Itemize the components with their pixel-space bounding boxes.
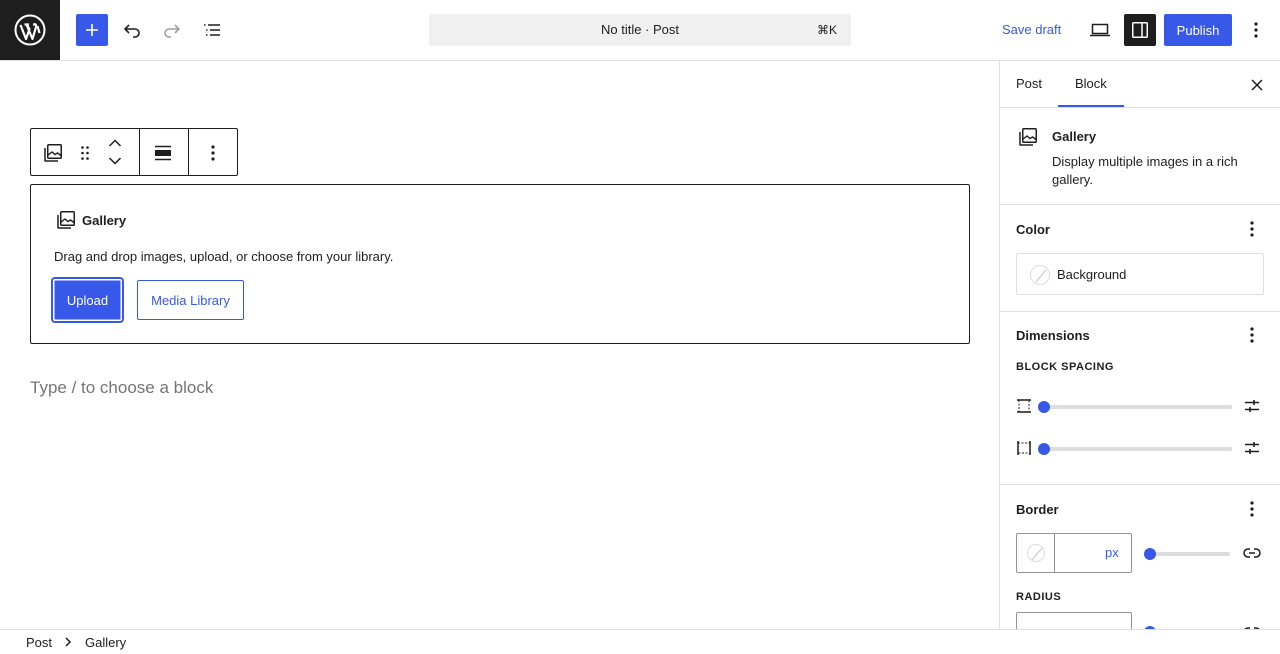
border-color-button[interactable] <box>1017 534 1055 572</box>
options-button[interactable] <box>1244 16 1268 44</box>
more-options-button[interactable] <box>201 141 225 165</box>
spacing-slider-track[interactable] <box>1044 447 1232 460</box>
vertical-spacing-icon <box>1017 399 1031 413</box>
background-color-control[interactable]: Background <box>1016 253 1264 295</box>
add-block-button[interactable] <box>76 14 108 46</box>
command-center[interactable]: No title · Post ⌘K <box>429 14 851 46</box>
wordpress-logo-button[interactable] <box>0 0 60 60</box>
options-icon <box>1250 327 1254 343</box>
link-icon[interactable] <box>1242 622 1262 629</box>
custom-size-icon[interactable] <box>1244 398 1260 414</box>
block-card-title: Gallery <box>1052 129 1097 144</box>
toolbar-divider <box>139 129 140 175</box>
more-options-icon <box>211 145 215 161</box>
move-down-icon <box>108 157 122 165</box>
document-title: No title · Post <box>600 22 680 37</box>
breadcrumb-gallery[interactable]: Gallery <box>85 635 126 650</box>
custom-size-icon[interactable] <box>1244 440 1260 456</box>
border-panel-title[interactable]: Border <box>1016 502 1059 517</box>
gallery-icon <box>44 144 62 162</box>
redo-button[interactable] <box>158 16 186 44</box>
gallery-icon <box>57 211 75 229</box>
gallery-placeholder <box>30 184 970 344</box>
move-up-button[interactable] <box>105 135 125 151</box>
radius-input[interactable] <box>1016 612 1132 629</box>
placeholder-instructions: Drag and drop images, upload, or choose … <box>54 249 394 264</box>
background-label: Background <box>1057 267 1127 282</box>
gallery-icon <box>1019 128 1037 146</box>
spacing-slider-thumb[interactable] <box>1038 443 1050 455</box>
settings-sidebar: Post Block Gallery Display multiple imag… <box>999 61 1280 629</box>
link-icon[interactable] <box>1242 543 1262 563</box>
options-icon <box>1250 501 1254 517</box>
color-panel-title[interactable]: Color <box>1016 222 1050 237</box>
undo-icon <box>123 24 140 38</box>
media-library-button[interactable]: Media Library <box>137 280 244 320</box>
redo-icon <box>164 24 181 38</box>
block-card-description: Display multiple images in a rich galler… <box>1052 154 1238 187</box>
border-options-button[interactable] <box>1240 497 1264 521</box>
drag-handle[interactable] <box>77 141 93 165</box>
chevron-right-icon <box>65 637 72 647</box>
dimensions-options-button[interactable] <box>1240 323 1264 347</box>
preview-button[interactable] <box>1086 16 1114 44</box>
block-card-icon-wrap <box>1018 127 1038 147</box>
list-view-icon <box>204 24 220 36</box>
options-icon <box>1254 22 1258 38</box>
plus-icon <box>86 24 98 36</box>
editor-header: No title · Post ⌘K Save draft Publish <box>0 0 1280 61</box>
drag-handle-icon <box>81 146 89 160</box>
dimensions-panel-title[interactable]: Dimensions <box>1016 328 1090 343</box>
align-button[interactable] <box>151 141 175 165</box>
options-icon <box>1250 221 1254 237</box>
preview-icon <box>1090 23 1110 37</box>
document-overview-button[interactable] <box>198 16 226 44</box>
border-slider-track[interactable] <box>1150 552 1230 556</box>
tab-block[interactable]: Block <box>1075 76 1107 91</box>
close-sidebar-button[interactable] <box>1248 76 1266 94</box>
color-options-button[interactable] <box>1240 217 1264 241</box>
border-width-control: px <box>1016 533 1132 573</box>
undo-button[interactable] <box>118 16 146 44</box>
section-divider <box>1000 204 1280 205</box>
block-toolbar <box>30 128 238 176</box>
wordpress-icon <box>14 14 46 46</box>
keyboard-shortcut: ⌘K <box>816 23 837 37</box>
placeholder-label: Gallery <box>82 213 127 228</box>
tab-post[interactable]: Post <box>1016 76 1042 91</box>
sidebar-tabs: Post Block <box>1000 61 1280 108</box>
border-slider-thumb[interactable] <box>1144 548 1156 560</box>
radius-label: RADIUS <box>1016 591 1062 603</box>
border-unit-select[interactable]: px <box>1105 545 1119 560</box>
border-width-slider <box>1144 543 1230 563</box>
sidebar-icon <box>1132 22 1148 38</box>
publish-button[interactable]: Publish <box>1164 14 1232 46</box>
horizontal-spacing-icon <box>1017 441 1031 455</box>
default-block-appender[interactable]: Type / to choose a block <box>30 378 213 398</box>
vertical-spacing-control <box>1016 396 1266 418</box>
move-down-button[interactable] <box>105 153 125 169</box>
active-tab-indicator <box>1058 105 1124 107</box>
move-up-icon <box>108 139 122 147</box>
empty-swatch-icon <box>1027 544 1045 562</box>
close-icon <box>1251 79 1263 91</box>
save-draft-button[interactable]: Save draft <box>1002 22 1061 37</box>
block-type-button[interactable] <box>41 141 65 165</box>
align-icon <box>155 145 171 161</box>
section-divider <box>1000 484 1280 485</box>
settings-sidebar-toggle[interactable] <box>1124 14 1156 46</box>
empty-swatch-icon <box>1030 265 1050 285</box>
block-spacing-label: BLOCK SPACING <box>1016 361 1114 373</box>
breadcrumb-post[interactable]: Post <box>26 635 52 650</box>
upload-button[interactable]: Upload <box>53 279 122 321</box>
block-breadcrumb: Post Gallery <box>0 629 1280 654</box>
toolbar-divider <box>188 129 189 175</box>
spacing-slider-thumb[interactable] <box>1038 401 1050 413</box>
section-divider <box>1000 311 1280 312</box>
spacing-slider-track[interactable] <box>1044 405 1232 418</box>
horizontal-spacing-control <box>1016 438 1266 460</box>
gallery-placeholder-icon-wrap <box>56 210 76 230</box>
